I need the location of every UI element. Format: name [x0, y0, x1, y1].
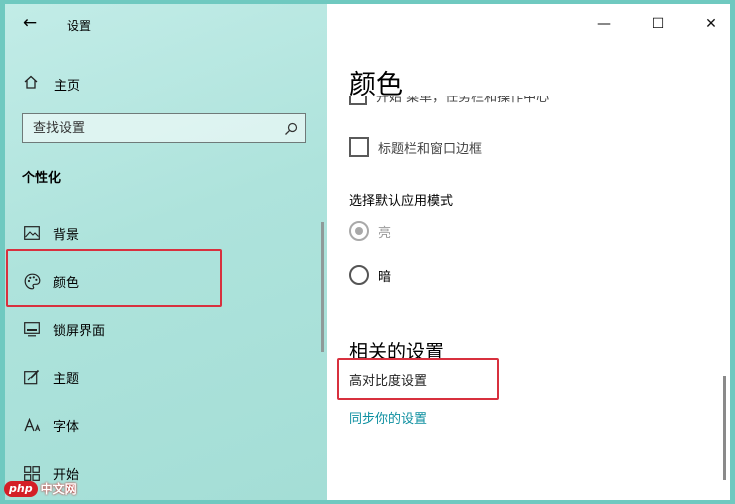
app-mode-label: 选择默认应用模式 [349, 194, 454, 209]
radio-light[interactable]: 亮 [349, 219, 391, 243]
close-icon[interactable]: ✕ [696, 10, 726, 38]
back-arrow-icon[interactable]: ← [19, 12, 41, 34]
content-scrollbar[interactable] [723, 376, 726, 480]
section-title: 个性化 [22, 171, 62, 186]
home-nav[interactable]: 主页 [23, 74, 80, 94]
sync-settings-link[interactable]: 同步你的设置 [349, 408, 427, 427]
highlight-box [337, 358, 499, 400]
radio-label: 亮 [378, 225, 392, 241]
sidebar-item-label: 背景 [53, 227, 80, 243]
checkbox-label: 开始 菜单，任务栏和操作中心 [376, 96, 550, 105]
watermark-badge: php [4, 480, 38, 497]
home-label: 主页 [54, 78, 81, 94]
checkbox-box[interactable] [349, 137, 369, 157]
sidebar-item-label: 主题 [53, 371, 80, 387]
highlight-box [6, 249, 222, 307]
checkbox-start-taskbar[interactable]: 开始 菜单，任务栏和操作中心 [349, 96, 730, 110]
theme-icon [23, 368, 41, 386]
search-icon[interactable] [284, 121, 298, 135]
sidebar: ← 设置 主页 个性化 背景 颜色 [5, 4, 327, 500]
lock-screen-icon [23, 320, 41, 338]
radio-button[interactable] [349, 265, 369, 285]
picture-icon [23, 224, 41, 242]
content-pane: — ☐ ✕ 颜色 开始 菜单，任务栏和操作中心 标题栏和窗口边框 选择默认应用模… [327, 4, 730, 500]
checkbox-box[interactable] [349, 96, 367, 105]
radio-dark[interactable]: 暗 [349, 263, 391, 287]
sidebar-item-theme[interactable]: 主题 [5, 355, 327, 399]
watermark: php 中文网 [4, 480, 77, 497]
search-box[interactable] [22, 113, 306, 143]
search-input[interactable] [23, 114, 273, 142]
maximize-icon[interactable]: ☐ [643, 10, 673, 38]
radio-label: 暗 [378, 269, 392, 285]
sidebar-item-lock-screen[interactable]: 锁屏界面 [5, 307, 327, 351]
sidebar-item-label: 字体 [53, 419, 80, 435]
sidebar-item-label: 锁屏界面 [53, 323, 106, 339]
app-title: 设置 [67, 19, 92, 33]
font-icon [23, 416, 41, 434]
watermark-text: 中文网 [40, 482, 77, 496]
checkbox-label: 标题栏和窗口边框 [378, 141, 483, 157]
checkbox-titlebar[interactable]: 标题栏和窗口边框 [349, 135, 482, 159]
sidebar-item-font[interactable]: 字体 [5, 403, 327, 447]
radio-button[interactable] [349, 221, 369, 241]
minimize-icon[interactable]: — [589, 10, 619, 38]
settings-window: ← 设置 主页 个性化 背景 颜色 [5, 4, 730, 500]
sidebar-scrollbar[interactable] [321, 222, 324, 352]
home-icon [23, 74, 41, 94]
